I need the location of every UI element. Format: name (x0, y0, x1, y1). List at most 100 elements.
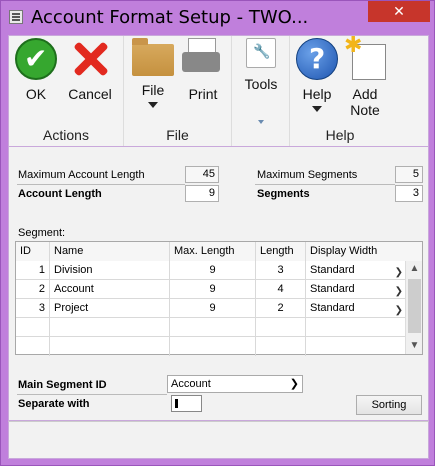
cell-display-width-select[interactable]: Standard ❯ (306, 280, 406, 299)
cell-empty (50, 318, 170, 337)
folder-icon (132, 38, 174, 76)
account-format-setup-window: Account Format Setup - TWO... ✕ OK Cance… (0, 0, 435, 466)
max-segments-label: Maximum Segments (257, 169, 358, 181)
cell-id: 2 (16, 280, 50, 299)
print-label: Print (188, 86, 218, 102)
print-button[interactable]: Print (182, 38, 224, 102)
close-button[interactable]: ✕ (368, 1, 430, 22)
segments-field[interactable]: 3 (395, 185, 423, 202)
grid-header-row: ID Name Max. Length Length Display Width (16, 242, 422, 261)
divider (255, 184, 395, 185)
max-account-length-value: 45 (185, 166, 219, 183)
cell-max-length: 9 (170, 299, 256, 318)
table-row-empty[interactable] (16, 337, 406, 356)
main-segment-id-select[interactable]: Account ❯ (167, 375, 303, 393)
max-segments-value: 5 (395, 166, 423, 183)
cell-name[interactable]: Division (50, 261, 170, 280)
scroll-down-icon[interactable]: ▼ (406, 338, 423, 354)
chevron-down-icon[interactable]: ❯ (395, 302, 403, 318)
cell-display-width-select[interactable]: Standard ❯ (306, 299, 406, 318)
x-mark-icon (69, 38, 111, 80)
ribbon-group-file: File Print File (124, 36, 232, 146)
cell-empty (170, 318, 256, 337)
file-dropdown-arrow-icon (148, 102, 158, 108)
checkmark-icon (15, 38, 57, 80)
main-segment-id-label: Main Segment ID (18, 379, 107, 391)
cell-length[interactable]: 2 (256, 299, 306, 318)
tools-icon (246, 38, 276, 68)
cell-display-width-select[interactable]: Standard ❯ (306, 261, 406, 280)
title-bar[interactable]: Account Format Setup - TWO... ✕ (1, 1, 434, 35)
col-header-id[interactable]: ID (16, 242, 50, 261)
group-label-help: Help (325, 127, 355, 143)
main-segment-id-value: Account (171, 378, 211, 390)
status-footer (8, 421, 429, 459)
add-note-label-line2: Note (350, 102, 380, 118)
segment-grid: ID Name Max. Length Length Display Width… (15, 241, 423, 356)
help-dropdown-arrow-icon (312, 106, 322, 112)
col-header-length[interactable]: Length (256, 242, 306, 261)
help-label: Help (302, 86, 332, 102)
window-title: Account Format Setup - TWO... (31, 7, 309, 28)
cell-length[interactable]: 3 (256, 261, 306, 280)
file-button[interactable]: File (132, 38, 174, 108)
separator-input[interactable] (171, 395, 202, 412)
tools-label: Tools (244, 76, 278, 92)
cell-empty (16, 337, 50, 356)
cell-max-length: 9 (170, 261, 256, 280)
display-width-value: Standard (310, 302, 355, 314)
table-row[interactable]: 3 Project 9 2 Standard ❯ (16, 299, 406, 318)
col-header-display-width[interactable]: Display Width (306, 242, 422, 261)
ok-label: OK (25, 86, 47, 102)
ok-button[interactable]: OK (15, 38, 57, 102)
table-row-empty[interactable] (16, 318, 406, 337)
cancel-button[interactable]: Cancel (65, 38, 115, 102)
segments-label: Segments (257, 188, 310, 200)
col-header-name[interactable]: Name (50, 242, 170, 261)
chevron-down-icon[interactable]: ❯ (395, 283, 403, 299)
text-caret (175, 399, 178, 408)
add-note-button[interactable]: Add Note (342, 32, 388, 118)
ribbon-toolbar: OK Cancel Actions File Print File (8, 32, 429, 147)
cell-empty (256, 337, 306, 356)
divider (17, 394, 167, 395)
file-label: File (141, 82, 165, 98)
cell-name[interactable]: Account (50, 280, 170, 299)
ribbon-group-tools: Tools (232, 36, 290, 146)
app-icon (9, 10, 23, 24)
table-row[interactable]: 2 Account 9 4 Standard ❯ (16, 280, 406, 299)
form-content: Maximum Account Length 45 Account Length… (8, 147, 429, 421)
cancel-label: Cancel (68, 86, 112, 102)
col-header-max-length[interactable]: Max. Length (170, 242, 256, 261)
sorting-button[interactable]: Sorting (356, 395, 422, 415)
cell-name[interactable]: Project (50, 299, 170, 318)
segment-grid-caption: Segment: (18, 227, 66, 239)
max-account-length-label: Maximum Account Length (18, 169, 145, 181)
ribbon-group-actions: OK Cancel Actions (9, 36, 124, 146)
add-note-icon (344, 32, 386, 80)
scroll-up-icon[interactable]: ▲ (406, 261, 423, 277)
grid-vertical-scrollbar[interactable]: ▲ ▼ (405, 261, 422, 354)
chevron-down-icon[interactable]: ❯ (395, 264, 403, 280)
cell-empty (256, 318, 306, 337)
help-button[interactable]: Help (296, 38, 338, 112)
cell-max-length: 9 (170, 280, 256, 299)
separate-with-label: Separate with (18, 398, 90, 410)
cell-id: 3 (16, 299, 50, 318)
account-length-label: Account Length (18, 188, 102, 200)
help-question-icon (296, 38, 338, 80)
display-width-value: Standard (310, 264, 355, 276)
cell-empty (50, 337, 170, 356)
add-note-label-line1: Add (352, 86, 378, 102)
group-label-file: File (166, 127, 189, 143)
cell-empty (16, 318, 50, 337)
cell-length[interactable]: 4 (256, 280, 306, 299)
cell-empty (170, 337, 256, 356)
printer-icon (182, 38, 224, 80)
tools-button[interactable]: Tools (240, 38, 282, 92)
tools-expand-arrow-icon[interactable] (258, 120, 264, 124)
chevron-down-icon[interactable]: ❯ (290, 376, 299, 392)
account-length-field[interactable]: 9 (185, 185, 219, 202)
scrollbar-thumb[interactable] (408, 279, 421, 333)
table-row[interactable]: 1 Division 9 3 Standard ❯ (16, 261, 406, 280)
